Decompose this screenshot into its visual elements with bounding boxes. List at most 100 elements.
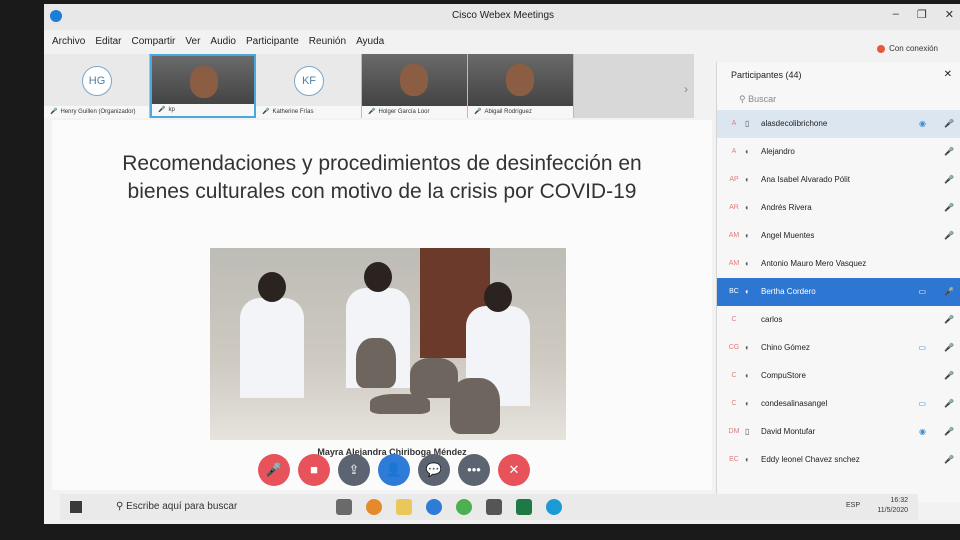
taskbar-search-input[interactable]: Escribe aquí para buscar [126,501,237,512]
mic-muted-icon: 🎤 [262,109,270,115]
participant-name: Chino Gómez [761,343,810,352]
camera-icon[interactable]: ▭ [918,334,926,362]
mic-muted-icon[interactable]: 🎤 [944,194,954,222]
close-icon[interactable]: ✕ [945,8,954,21]
mic-muted-icon: 🎤 [474,109,482,115]
participant-row[interactable]: DM ▯ David Montufar ◉ 🎤 [717,418,960,446]
participant-row[interactable]: AM ◐ Angel Muentes 🎤 [717,222,960,250]
participant-row[interactable]: AM ◐ Antonio Mauro Mero Vasquez [717,250,960,278]
system-clock[interactable]: 16:32 11/5/2020 [877,496,908,516]
participant-row[interactable]: A ◐ Alejandro 🎤 [717,138,960,166]
thumbnail-name-bar: 🎤 Holger García Loor [362,106,467,118]
participants-search-input[interactable]: Buscar [748,94,776,104]
mic-muted-icon[interactable]: 🎤 [944,390,954,418]
mic-muted-icon[interactable]: 🎤 [944,110,954,138]
connection-label: Con conexión [889,44,938,53]
app-icon[interactable] [366,499,382,515]
mic-muted-icon: 🎤 [158,107,166,113]
thumbnail-participant[interactable]: 🎤 kp [150,54,256,118]
participant-row[interactable]: Ccarlos 🎤 [717,306,960,334]
share-button[interactable]: ⇪ [338,454,370,486]
participant-name: Ana Isabel Alvarado Pólit [761,175,850,184]
audio-icon: ◐ [745,231,750,240]
phone-icon: ▯ [745,119,750,128]
participant-name: Antonio Mauro Mero Vasquez [761,259,867,268]
task-view-icon[interactable] [336,499,352,515]
participant-row[interactable]: BC ◐ Bertha Cordero ▭ 🎤 [717,278,960,306]
participants-button[interactable]: 👤 [378,454,410,486]
participants-search[interactable]: ⚲ Buscar [725,88,954,110]
participant-row[interactable]: C ◐ CompuStore 🎤 [717,362,960,390]
audio-icon: ◐ [745,343,750,352]
taskbar-search[interactable]: ⚲ Escribe aquí para buscar [94,494,294,520]
participant-row[interactable]: EC ◐ Eddy leonel Chavez snchez 🎤 [717,446,960,474]
menu-ayuda[interactable]: Ayuda [356,32,384,52]
menu-editar[interactable]: Editar [95,32,121,52]
excel-icon[interactable] [516,499,532,515]
camera-icon[interactable]: ▭ [918,390,926,418]
leave-meeting-button[interactable]: ✕ [498,454,530,486]
monitor-screen: Cisco Webex Meetings – ❐ ✕ Archivo Edita… [44,4,960,524]
mic-muted-icon[interactable]: 🎤 [944,222,954,250]
mic-muted-icon[interactable]: 🎤 [944,334,954,362]
menu-compartir[interactable]: Compartir [131,32,175,52]
mic-muted-icon[interactable]: 🎤 [944,446,954,474]
meeting-controls: 🎤 ■ ⇪ 👤 💬 ••• ✕ [258,454,530,486]
mute-button[interactable]: 🎤 [258,454,290,486]
mic-muted-icon[interactable]: 🎤 [944,362,954,390]
menu-reunion[interactable]: Reunión [309,32,346,52]
audio-icon: ◐ [745,175,750,184]
mic-muted-icon[interactable]: 🎤 [944,306,954,334]
camera-icon[interactable]: ▭ [918,278,926,306]
participant-row[interactable]: CG ◐ Chino Gómez ▭ 🎤 [717,334,960,362]
store-icon[interactable] [486,499,502,515]
menu-archivo[interactable]: Archivo [52,32,85,52]
participant-row[interactable]: AR ◐ Andrés Rivera 🎤 [717,194,960,222]
mic-muted-icon: 🎤 [50,109,58,115]
photo-person-head [258,272,286,302]
minimize-icon[interactable]: – [893,8,899,21]
slide-title: Recomendaciones y procedimientos de desi… [122,152,642,203]
file-explorer-icon[interactable] [396,499,412,515]
audio-icon: ◐ [745,147,750,156]
menu-participante[interactable]: Participante [246,32,299,52]
edge-icon[interactable] [426,499,442,515]
video-feed [190,66,218,98]
thumbnail-name-bar: 🎤 kp [152,104,254,116]
more-options-button[interactable]: ••• [458,454,490,486]
participant-row[interactable]: C ◐ condesalinasangel ▭ 🎤 [717,390,960,418]
participant-avatar: AR [729,204,739,211]
webex-icon[interactable] [546,499,562,515]
speaking-icon: ◉ [919,119,926,128]
mic-muted-icon[interactable]: 🎤 [944,278,954,306]
thumbnail-participant[interactable]: 🎤 Abigail Rodríguez [468,54,574,118]
thumbnail-participant[interactable]: HG 🎤 Henry Guillen (Organizador) [44,54,150,118]
photo-person-head [364,262,392,292]
participant-row[interactable]: AP ◐ Ana Isabel Alvarado Pólit 🎤 [717,166,960,194]
speaking-icon: ◉ [919,427,926,436]
mic-muted-icon[interactable]: 🎤 [944,138,954,166]
audio-icon: ◐ [745,399,750,408]
maximize-icon[interactable]: ❐ [917,8,927,21]
connection-status[interactable]: Con conexión [877,44,938,53]
participant-name: CompuStore [761,371,806,380]
video-button[interactable]: ■ [298,454,330,486]
avatar: KF [294,66,324,96]
mic-muted-icon[interactable]: 🎤 [944,418,954,446]
participant-avatar: EC [729,456,739,463]
chevron-right-icon[interactable]: › [684,82,688,96]
close-icon[interactable]: ✕ [944,62,952,88]
participant-avatar: CG [728,344,740,351]
thumbnail-participant[interactable]: 🎤 Holger García Loor [362,54,468,118]
chrome-icon[interactable] [456,499,472,515]
shared-slide: Recomendaciones y procedimientos de desi… [52,120,712,490]
thumbnail-participant[interactable]: KF 🎤 Katherine Frías [256,54,362,118]
windows-taskbar: ⚲ Escribe aquí para buscar ESP 16:32 11/… [60,494,918,520]
mic-muted-icon[interactable]: 🎤 [944,166,954,194]
menu-audio[interactable]: Audio [210,32,236,52]
participant-row[interactable]: A ▯ alasdecolibrichone ◉ 🎤 [717,110,960,138]
language-indicator[interactable]: ESP [846,502,860,509]
chat-button[interactable]: 💬 [418,454,450,486]
windows-start-icon[interactable] [70,501,82,513]
menu-ver[interactable]: Ver [185,32,200,52]
